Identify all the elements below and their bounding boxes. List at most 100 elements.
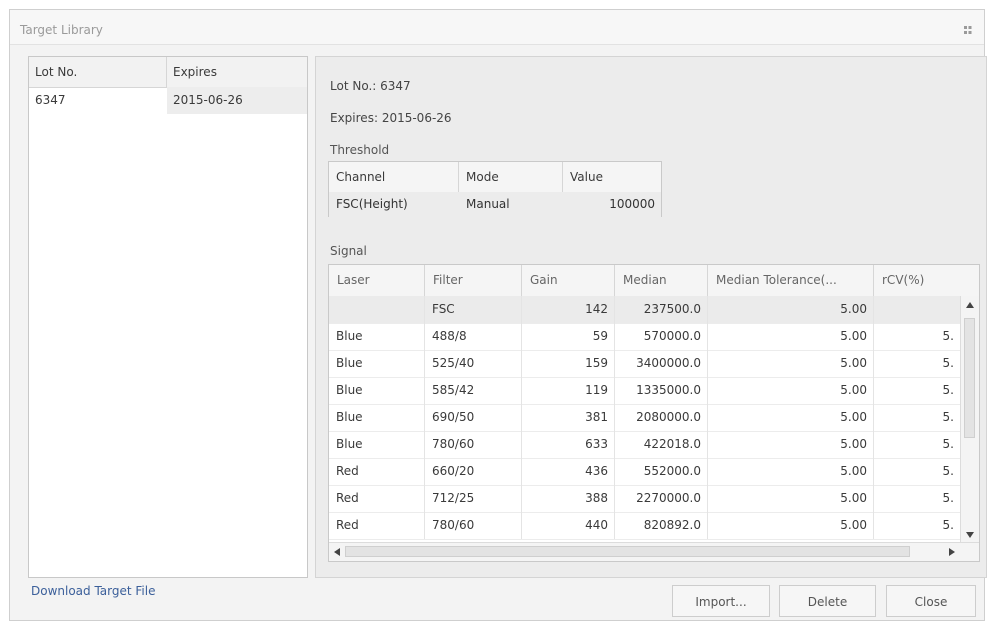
median-cell: 2270000.0 [615, 485, 708, 512]
horizontal-scroll-thumb[interactable] [345, 546, 910, 557]
signal-header-gain[interactable]: Gain [522, 265, 615, 296]
threshold-mode-cell[interactable]: Manual [459, 192, 563, 217]
threshold-title: Threshold [330, 143, 390, 157]
laser-cell: Red [329, 512, 425, 539]
filter-cell: 525/40 [425, 350, 522, 377]
signal-row[interactable]: Red 712/25 388 2270000.0 5.00 5. [329, 485, 961, 513]
expires-field: Expires: 2015-06-26 [330, 111, 452, 125]
median-tolerance-cell: 5.00 [708, 431, 874, 458]
signal-header-median-tolerance[interactable]: Median Tolerance(... [708, 265, 874, 296]
rcv-cell: 5. [874, 512, 961, 539]
close-button[interactable]: Close [886, 585, 976, 617]
vertical-scroll-thumb[interactable] [964, 318, 975, 438]
laser-cell: Blue [329, 431, 425, 458]
delete-button[interactable]: Delete [779, 585, 876, 617]
threshold-header-channel[interactable]: Channel [329, 162, 459, 192]
median-tolerance-cell: 5.00 [708, 458, 874, 485]
signal-row[interactable]: Blue 488/8 59 570000.0 5.00 5. [329, 323, 961, 351]
median-tolerance-cell: 5.00 [708, 350, 874, 377]
signal-table-header: Laser Filter Gain Median Median Toleranc… [329, 265, 979, 297]
rcv-cell [874, 296, 961, 323]
signal-table[interactable]: Laser Filter Gain Median Median Toleranc… [328, 264, 980, 562]
column-header-expires[interactable]: Expires [167, 57, 307, 87]
median-cell: 237500.0 [615, 296, 708, 323]
rcv-cell: 5. [874, 458, 961, 485]
median-cell: 2080000.0 [615, 404, 708, 431]
expires-value: 2015-06-26 [381, 111, 452, 125]
filter-cell: FSC [425, 296, 522, 323]
scroll-left-arrow-icon[interactable] [334, 548, 340, 556]
title-bar: Target Library [10, 10, 984, 45]
lot-list[interactable]: Lot No. Expires 6347 2015-06-26 [28, 56, 308, 578]
signal-title: Signal [330, 244, 367, 258]
signal-header-rcv[interactable]: rCV(%) [874, 265, 979, 296]
median-tolerance-cell: 5.00 [708, 485, 874, 512]
vertical-scrollbar[interactable] [960, 296, 979, 544]
filter-cell: 690/50 [425, 404, 522, 431]
rcv-cell: 5. [874, 485, 961, 512]
rcv-cell: 5. [874, 431, 961, 458]
laser-cell: Blue [329, 350, 425, 377]
median-tolerance-cell: 5.00 [708, 512, 874, 539]
signal-row[interactable]: Red 780/60 440 820892.0 5.00 5. [329, 512, 961, 540]
scroll-down-arrow-icon[interactable] [966, 532, 974, 538]
laser-cell: Red [329, 458, 425, 485]
lot-details-panel: Lot No.: 6347 Expires: 2015-06-26 Thresh… [315, 56, 987, 578]
gain-cell: 388 [522, 485, 615, 512]
signal-header-median[interactable]: Median [615, 265, 708, 296]
window-title: Target Library [20, 23, 103, 37]
expires-label: Expires: [330, 111, 378, 125]
threshold-value-cell[interactable]: 100000 [563, 192, 661, 217]
threshold-header-mode[interactable]: Mode [459, 162, 563, 192]
median-cell: 820892.0 [615, 512, 708, 539]
laser-cell: Blue [329, 377, 425, 404]
gain-cell: 119 [522, 377, 615, 404]
lot-number-label: Lot No.: [330, 79, 377, 93]
median-cell: 422018.0 [615, 431, 708, 458]
threshold-header-value[interactable]: Value [563, 162, 661, 192]
median-tolerance-cell: 5.00 [708, 296, 874, 323]
median-cell: 552000.0 [615, 458, 708, 485]
median-cell: 1335000.0 [615, 377, 708, 404]
gain-cell: 142 [522, 296, 615, 323]
rcv-cell: 5. [874, 404, 961, 431]
filter-cell: 780/60 [425, 431, 522, 458]
signal-header-filter[interactable]: Filter [425, 265, 522, 296]
laser-cell: Blue [329, 323, 425, 350]
lot-list-row[interactable]: 6347 2015-06-26 [29, 87, 307, 114]
import-button[interactable]: Import... [672, 585, 770, 617]
median-tolerance-cell: 5.00 [708, 323, 874, 350]
rcv-cell: 5. [874, 350, 961, 377]
filter-cell: 780/60 [425, 512, 522, 539]
column-header-lot-no[interactable]: Lot No. [29, 57, 167, 87]
gain-cell: 436 [522, 458, 615, 485]
grip-icon[interactable] [964, 26, 976, 35]
signal-row[interactable]: Blue 780/60 633 422018.0 5.00 5. [329, 431, 961, 459]
scroll-right-arrow-icon[interactable] [949, 548, 955, 556]
threshold-table[interactable]: Channel Mode Value FSC(Height) Manual 10… [328, 161, 662, 217]
filter-cell: 488/8 [425, 323, 522, 350]
gain-cell: 381 [522, 404, 615, 431]
gain-cell: 440 [522, 512, 615, 539]
signal-row[interactable]: FSC 142 237500.0 5.00 [329, 296, 961, 324]
median-tolerance-cell: 5.00 [708, 404, 874, 431]
median-tolerance-cell: 5.00 [708, 377, 874, 404]
gain-cell: 159 [522, 350, 615, 377]
lot-number-value: 6347 [380, 79, 411, 93]
horizontal-scrollbar[interactable] [329, 542, 979, 561]
scroll-up-arrow-icon[interactable] [966, 302, 974, 308]
download-target-file-link[interactable]: Download Target File [31, 584, 155, 598]
rcv-cell: 5. [874, 377, 961, 404]
signal-header-laser[interactable]: Laser [329, 265, 425, 296]
lot-number-cell: 6347 [35, 93, 66, 107]
rcv-cell: 5. [874, 323, 961, 350]
signal-row[interactable]: Red 660/20 436 552000.0 5.00 5. [329, 458, 961, 486]
target-library-window: Target Library Lot No. Expires 6347 2015… [9, 9, 987, 621]
signal-row[interactable]: Blue 585/42 119 1335000.0 5.00 5. [329, 377, 961, 405]
signal-row[interactable]: Blue 525/40 159 3400000.0 5.00 5. [329, 350, 961, 378]
filter-cell: 712/25 [425, 485, 522, 512]
filter-cell: 660/20 [425, 458, 522, 485]
laser-cell [329, 296, 425, 323]
signal-row[interactable]: Blue 690/50 381 2080000.0 5.00 5. [329, 404, 961, 432]
median-cell: 570000.0 [615, 323, 708, 350]
